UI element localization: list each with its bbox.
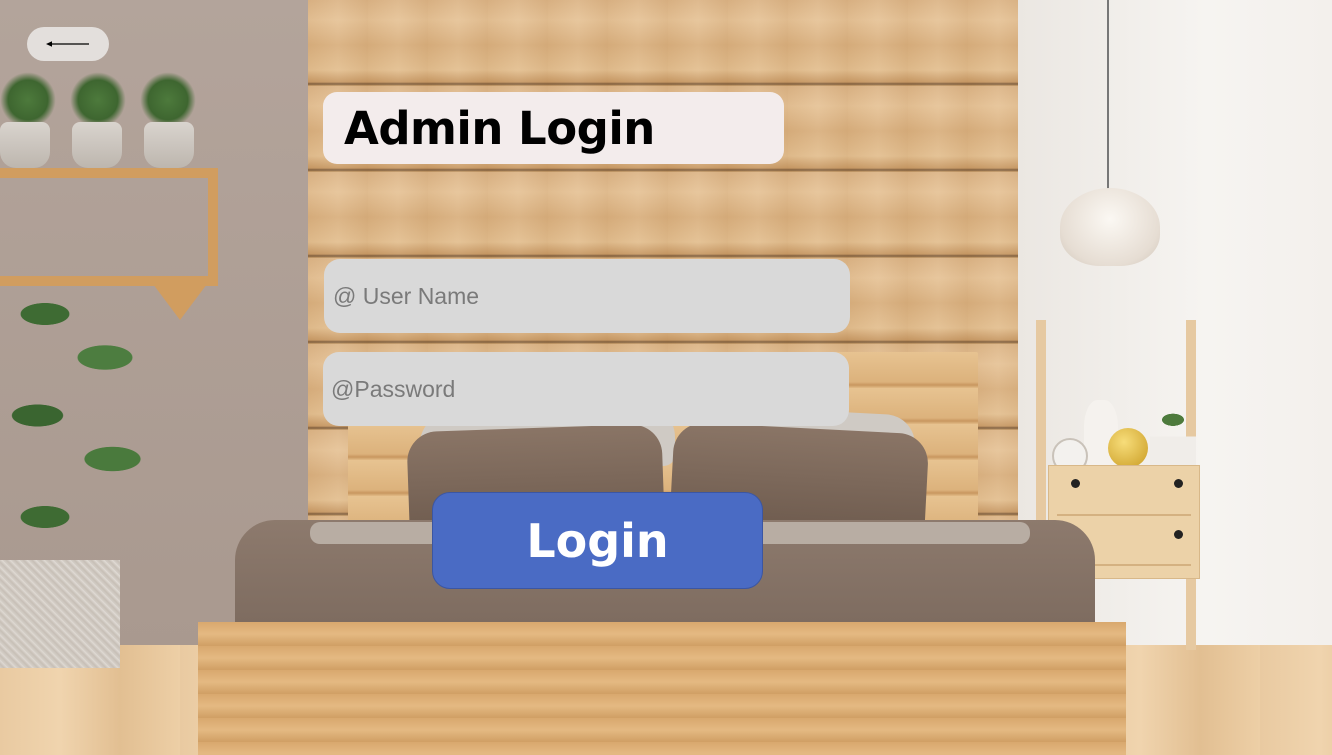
username-input[interactable] — [324, 259, 850, 333]
wall-shelf-tail — [150, 280, 210, 320]
gold-vase — [1108, 428, 1148, 468]
plant-pot — [0, 122, 50, 168]
floor-plant — [0, 285, 150, 575]
potted-plant-leaves — [140, 72, 196, 128]
login-screen: Admin Login Login — [0, 0, 1332, 755]
plant-pot — [72, 122, 122, 168]
potted-plant-leaves — [70, 72, 126, 128]
drawer-knob — [1071, 479, 1080, 488]
lamp-cord — [1107, 0, 1109, 190]
bed-frame — [198, 622, 1126, 755]
wall-shelf — [0, 168, 218, 286]
pendant-lamp — [1060, 188, 1160, 266]
potted-plant-leaves — [0, 72, 56, 128]
drawer-knob — [1174, 479, 1183, 488]
page-title: Admin Login — [344, 101, 655, 155]
plant-pot — [144, 122, 194, 168]
drawer-knob — [1174, 530, 1183, 539]
plant-basket — [0, 560, 120, 668]
back-button[interactable] — [27, 27, 109, 61]
small-potted-plant — [1150, 400, 1196, 466]
nightstand-drawer — [1057, 470, 1191, 516]
title-card: Admin Login — [323, 92, 784, 164]
arrow-left-icon — [46, 41, 89, 47]
password-input[interactable] — [323, 352, 849, 426]
login-button[interactable]: Login — [432, 492, 763, 589]
